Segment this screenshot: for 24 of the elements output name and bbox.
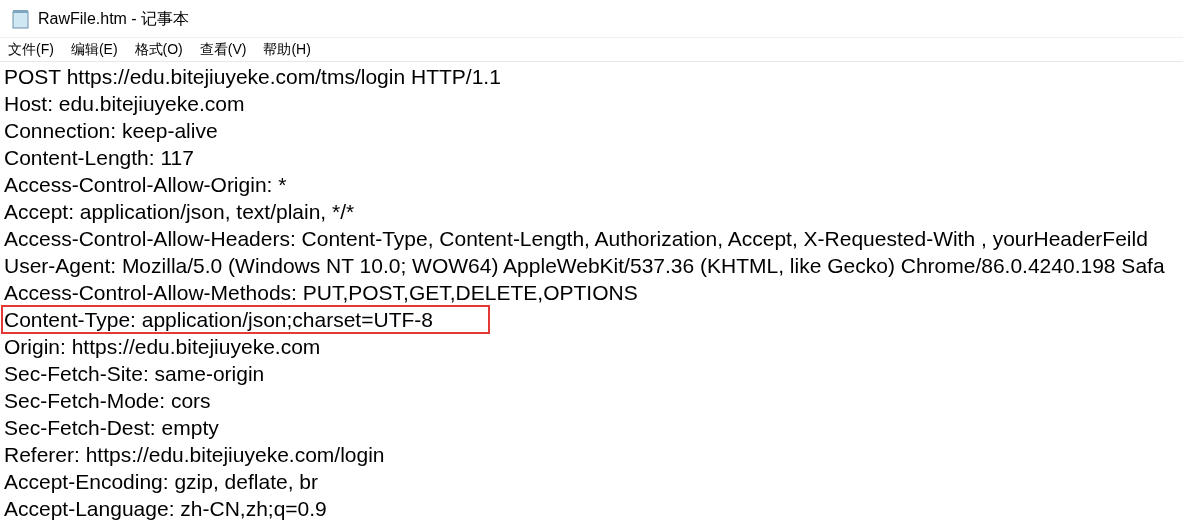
- text-line: Accept-Language: zh-CN,zh;q=0.9: [4, 496, 327, 521]
- text-line: Accept: application/json, text/plain, */*: [4, 199, 355, 224]
- text-line: Access-Control-Allow-Methods: PUT,POST,GET,DELETE,OPTIONS: [4, 280, 638, 305]
- window-title: RawFile.htm - 记事本: [38, 8, 190, 29]
- text-line: User-Agent: Mozilla/5.0 (Windows NT 10.0; WOW64) AppleWebKit/537.36 (KHTML, like Gecko) Chrome/86.0.4240.198 Safa: [4, 253, 1165, 278]
- text-line: Content-Length: 117: [4, 145, 194, 170]
- text-line: Host: edu.bitejiuyeke.com: [4, 91, 245, 116]
- menu-item[interactable]: 文件(F): [8, 39, 54, 60]
- text-line: Sec-Fetch-Site: same-origin: [4, 361, 265, 386]
- text-line: Origin: https://edu.bitejiuyeke.com: [4, 334, 321, 359]
- text-line: Connection: keep-alive: [4, 118, 218, 143]
- text-line: Accept-Encoding: gzip, deflate, br: [4, 469, 318, 494]
- menu-item[interactable]: 编辑(E): [70, 39, 118, 60]
- text-line: Referer: https://edu.bitejiuyeke.com/login: [4, 442, 385, 467]
- text-line: Access-Control-Allow-Origin: *: [4, 172, 287, 197]
- menu-item[interactable]: 格式(O): [134, 39, 183, 60]
- text-line: Access-Control-Allow-Headers: Content-Type, Content-Length, Authorization, Accept, X-Requested-With , yourHeaderFeild: [4, 226, 1148, 251]
- text-line: POST https://edu.bitejiuyeke.com/tms/login HTTP/1.1: [4, 64, 501, 89]
- notepad-icon: [12, 8, 30, 29]
- text-line: Content-Type: application/json;charset=UTF-8: [3, 307, 488, 332]
- text-line: Sec-Fetch-Dest: empty: [4, 415, 219, 440]
- menu-item[interactable]: 查看(V): [199, 39, 247, 60]
- text-line: Sec-Fetch-Mode: cors: [4, 388, 211, 413]
- menu-item[interactable]: 帮助(H): [263, 39, 311, 60]
